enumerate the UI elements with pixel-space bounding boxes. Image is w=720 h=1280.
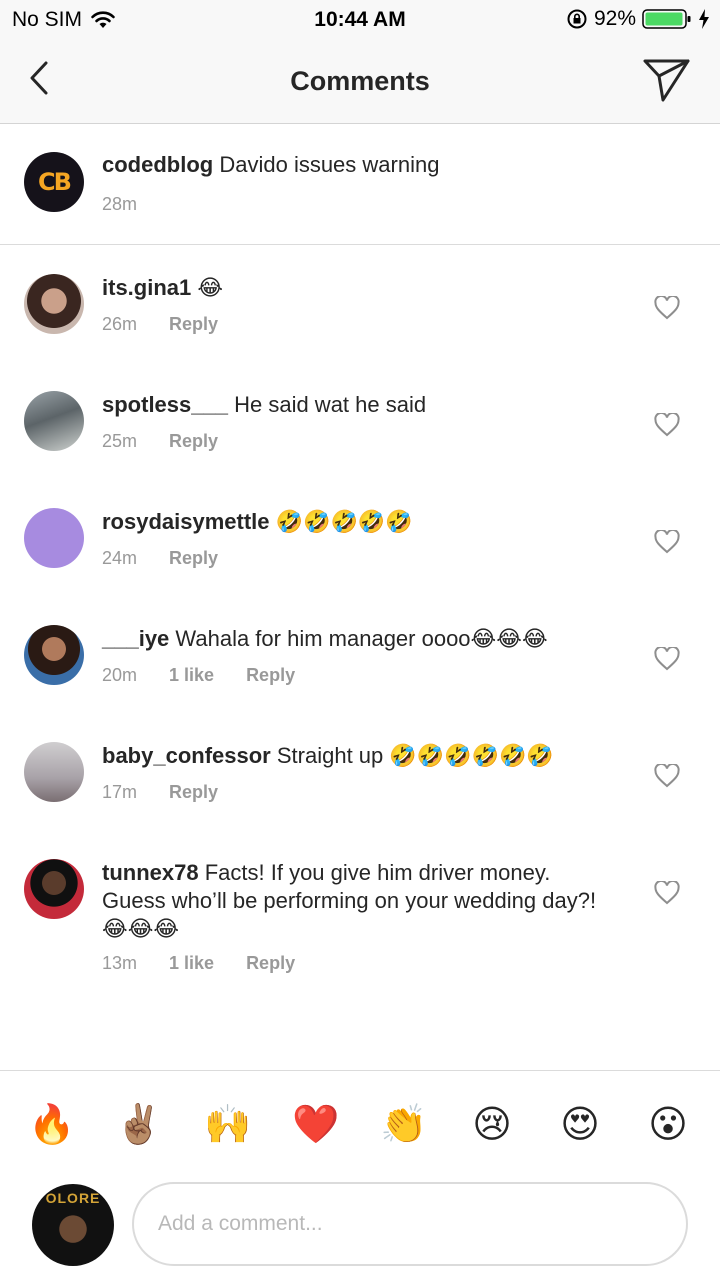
comment-username[interactable]: baby_confessor <box>102 743 271 768</box>
header: Comments <box>0 40 720 124</box>
status-bar: No SIM 10:44 AM 92% <box>0 0 720 40</box>
reply-button[interactable]: Reply <box>246 665 295 686</box>
battery-icon <box>642 9 691 29</box>
caption-body: Davido issues warning <box>219 152 440 177</box>
rotation-lock-icon <box>567 9 587 29</box>
battery-percent: 92% <box>593 7 636 30</box>
comment-username[interactable]: tunnex78 <box>102 860 199 885</box>
comment-body: He said wat he said <box>234 392 427 417</box>
avatar[interactable] <box>24 274 84 334</box>
comment-username[interactable]: ___iye <box>102 626 169 651</box>
page-title: Comments <box>290 66 430 96</box>
reply-button[interactable]: Reply <box>169 314 218 335</box>
comment-body: Wahala for him manager oooo😂😂😂 <box>175 626 548 651</box>
comment-text: spotless___ He said wat he said <box>102 391 622 419</box>
charging-icon <box>699 9 709 29</box>
post-caption: CB codedblog Davido issues warning 28m <box>0 124 720 245</box>
like-count[interactable]: 1 like <box>169 665 214 686</box>
reply-button[interactable]: Reply <box>169 431 218 452</box>
comment-meta: 13m 1 like Reply <box>102 953 327 974</box>
avatar[interactable] <box>24 508 84 568</box>
comment-time: 24m <box>102 548 138 568</box>
reply-button[interactable]: Reply <box>169 782 218 803</box>
comment-username[interactable]: its.gina1 <box>102 275 191 300</box>
reply-button[interactable]: Reply <box>169 548 218 569</box>
comment-time: 20m <box>102 665 138 685</box>
comment-username[interactable]: rosydaisymettle <box>102 509 270 534</box>
comment-time: 17m <box>102 782 138 802</box>
comment-time: 25m <box>102 431 138 451</box>
comment-composer: OLORE <box>0 1178 720 1280</box>
clapping-emoji-button[interactable]: 👏 <box>380 1101 428 1149</box>
comment-input[interactable] <box>132 1182 688 1266</box>
comment-body: 🤣🤣🤣🤣🤣 <box>275 509 413 534</box>
raised-hands-emoji-button[interactable]: 🙌 <box>204 1101 252 1149</box>
caption-text: codedblog Davido issues warning <box>102 152 439 178</box>
emoji-quick-bar: 🔥 ✌🏽 🙌 ❤️ 👏 😢 😍 😮 <box>0 1070 720 1178</box>
comment-body: 😂 <box>197 275 224 300</box>
heart-icon[interactable] <box>654 296 680 320</box>
comment-meta: 26m Reply <box>102 314 250 335</box>
heart-eyes-emoji-button[interactable]: 😍 <box>556 1101 604 1149</box>
share-send-icon[interactable] <box>642 56 692 104</box>
comment-meta: 17m Reply <box>102 782 250 803</box>
comment-text: rosydaisymettle 🤣🤣🤣🤣🤣 <box>102 508 622 536</box>
comment-text: its.gina1 😂 <box>102 274 622 302</box>
heart-icon[interactable] <box>654 764 680 788</box>
comment-body: Straight up 🤣🤣🤣🤣🤣🤣 <box>276 743 554 768</box>
my-avatar: OLORE <box>32 1184 114 1266</box>
avatar-caption: OLORE <box>45 1190 101 1206</box>
caption-username[interactable]: codedblog <box>102 152 213 177</box>
avatar[interactable] <box>24 625 84 685</box>
heart-icon[interactable] <box>654 881 680 905</box>
avatar-logo-text: CB <box>38 168 72 196</box>
comment-meta: 24m Reply <box>102 548 250 569</box>
reply-button[interactable]: Reply <box>246 953 295 974</box>
surprised-emoji-button[interactable]: 😮 <box>644 1101 692 1149</box>
crying-emoji-button[interactable]: 😢 <box>468 1101 516 1149</box>
comment-text: baby_confessor Straight up 🤣🤣🤣🤣🤣🤣 <box>102 742 622 770</box>
fire-emoji-button[interactable]: 🔥 <box>28 1101 76 1149</box>
like-count[interactable]: 1 like <box>169 953 214 974</box>
avatar[interactable]: CB <box>24 152 84 212</box>
battery-group: 92% <box>560 7 710 31</box>
heart-icon[interactable] <box>654 530 680 554</box>
comment-text: ___iye Wahala for him manager oooo😂😂😂 <box>102 625 622 653</box>
comment-time: 13m <box>102 953 138 973</box>
comment-text: tunnex78 Facts! If you give him driver m… <box>102 859 612 943</box>
avatar[interactable] <box>24 859 84 919</box>
avatar[interactable] <box>24 391 84 451</box>
comment-meta: 25m Reply <box>102 431 250 452</box>
comment-meta: 20m 1 like Reply <box>102 665 327 686</box>
peace-sign-emoji-button[interactable]: ✌🏽 <box>115 1101 163 1149</box>
caption-time: 28m <box>102 194 138 214</box>
heart-emoji-button[interactable]: ❤️ <box>292 1101 340 1149</box>
avatar[interactable] <box>24 742 84 802</box>
heart-icon[interactable] <box>654 647 680 671</box>
comment-username[interactable]: spotless___ <box>102 392 228 417</box>
comment-time: 26m <box>102 314 138 334</box>
heart-icon[interactable] <box>654 413 680 437</box>
